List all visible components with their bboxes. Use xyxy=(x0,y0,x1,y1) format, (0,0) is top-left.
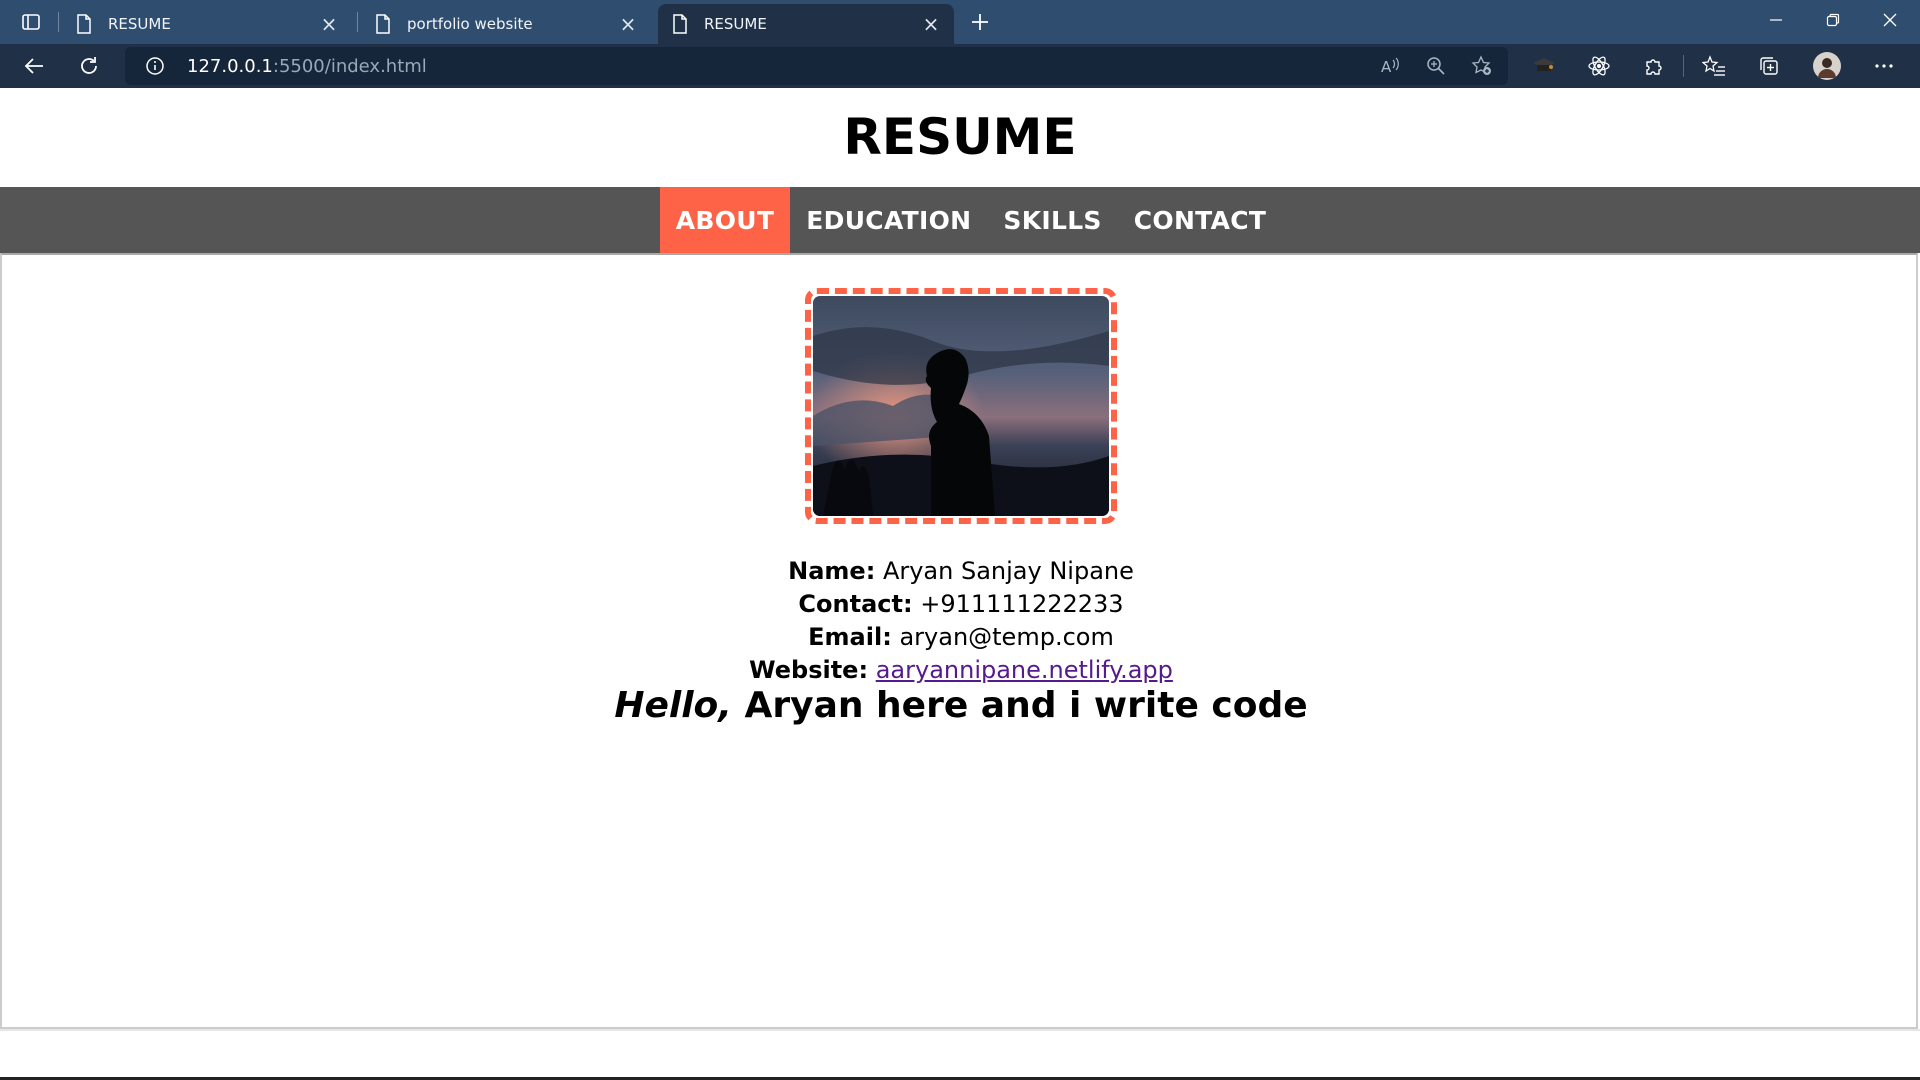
react-devtools-button[interactable] xyxy=(1581,48,1617,84)
new-tab-button[interactable] xyxy=(962,0,998,44)
tab-separator xyxy=(357,12,358,32)
refresh-icon xyxy=(81,57,97,74)
tab-label: portfolio website xyxy=(407,15,533,33)
email-row: Email: aryan@temp.com xyxy=(2,621,1920,654)
close-window-button[interactable] xyxy=(1862,0,1918,40)
favorites-list-icon xyxy=(1702,55,1725,76)
tab-resume-1[interactable]: RESUME × xyxy=(62,4,352,44)
read-aloud-icon[interactable]: A xyxy=(1379,55,1401,81)
svg-text:A: A xyxy=(1381,58,1392,76)
add-favorite-icon[interactable] xyxy=(1471,55,1493,81)
restore-icon xyxy=(1826,13,1840,27)
tab-actions-button[interactable] xyxy=(14,0,48,44)
favorites-button[interactable] xyxy=(1696,48,1732,84)
page-bottom-area xyxy=(0,1029,1920,1080)
collections-button[interactable] xyxy=(1751,48,1787,84)
more-dots-icon xyxy=(1875,64,1893,68)
extension-graduation-icon xyxy=(1533,58,1555,71)
web-page: RESUME ABOUT EDUCATION SKILLS CONTACT Na… xyxy=(0,88,1920,1080)
intro-greeting: Hello, xyxy=(614,685,732,726)
url-host: 127.0.0.1 xyxy=(187,56,273,77)
extension-button[interactable] xyxy=(1526,48,1562,84)
extensions-button[interactable] xyxy=(1636,48,1672,84)
tab-separator xyxy=(58,12,59,32)
plus-icon xyxy=(972,14,988,30)
intro-heading: Hello, Aryan here and i write code xyxy=(2,685,1920,726)
url-text: 127.0.0.1:5500/index.html xyxy=(187,56,427,77)
collections-icon xyxy=(1760,57,1778,75)
tab-close-icon[interactable]: × xyxy=(617,12,639,36)
profile-button[interactable] xyxy=(1809,48,1845,84)
url-path: :5500/index.html xyxy=(272,56,427,77)
tab-label: RESUME xyxy=(108,15,171,33)
website-link[interactable]: aaryannipane.netlify.app xyxy=(876,656,1173,684)
profile-photo-frame xyxy=(805,288,1117,524)
page-icon xyxy=(76,14,92,34)
tab-actions-icon xyxy=(22,14,40,30)
site-info-icon[interactable] xyxy=(145,56,165,80)
back-button[interactable] xyxy=(16,48,52,84)
tab-strip: RESUME × portfolio website × RESUME × xyxy=(0,0,1920,44)
page-icon xyxy=(375,14,391,34)
email-value: aryan@temp.com xyxy=(899,623,1114,651)
minimize-button[interactable] xyxy=(1748,0,1804,40)
back-arrow-icon xyxy=(24,58,43,74)
address-bar[interactable]: 127.0.0.1:5500/index.html A xyxy=(125,47,1508,85)
contact-value: +911111222233 xyxy=(920,590,1124,618)
zoom-icon[interactable] xyxy=(1425,55,1447,81)
website-label: Website: xyxy=(749,656,869,684)
tab-resume-active[interactable]: RESUME × xyxy=(658,4,954,44)
restore-button[interactable] xyxy=(1805,0,1861,40)
page-icon xyxy=(672,14,688,34)
nav-contact[interactable]: CONTACT xyxy=(1118,187,1282,253)
contact-label: Contact: xyxy=(798,590,913,618)
tab-portfolio-website[interactable]: portfolio website × xyxy=(361,4,651,44)
toolbar-divider xyxy=(1683,55,1684,77)
intro-text: Aryan here and i write code xyxy=(731,685,1308,726)
refresh-button[interactable] xyxy=(71,48,107,84)
tab-close-icon[interactable]: × xyxy=(318,12,340,36)
name-value: Aryan Sanjay Nipane xyxy=(882,557,1134,585)
nav-education[interactable]: EDUCATION xyxy=(790,187,987,253)
website-row: Website: aaryannipane.netlify.app xyxy=(2,654,1920,687)
nav-skills[interactable]: SKILLS xyxy=(987,187,1117,253)
name-label: Name: xyxy=(788,557,876,585)
email-label: Email: xyxy=(808,623,892,651)
close-icon xyxy=(1883,13,1897,27)
puzzle-icon xyxy=(1646,59,1662,75)
avatar xyxy=(1813,52,1841,80)
name-row: Name: Aryan Sanjay Nipane xyxy=(2,555,1920,588)
profile-photo xyxy=(813,296,1109,516)
main-nav: ABOUT EDUCATION SKILLS CONTACT xyxy=(0,187,1920,253)
react-atom-icon xyxy=(1588,56,1610,76)
about-section: Name: Aryan Sanjay Nipane Contact: +9111… xyxy=(0,253,1918,1029)
minimize-icon xyxy=(1770,19,1782,21)
personal-info: Name: Aryan Sanjay Nipane Contact: +9111… xyxy=(2,555,1920,687)
contact-row: Contact: +911111222233 xyxy=(2,588,1920,621)
page-title: RESUME xyxy=(843,108,1077,166)
tab-label: RESUME xyxy=(704,15,767,33)
nav-about[interactable]: ABOUT xyxy=(659,187,791,253)
settings-menu-button[interactable] xyxy=(1866,48,1902,84)
tab-close-icon[interactable]: × xyxy=(920,12,942,36)
